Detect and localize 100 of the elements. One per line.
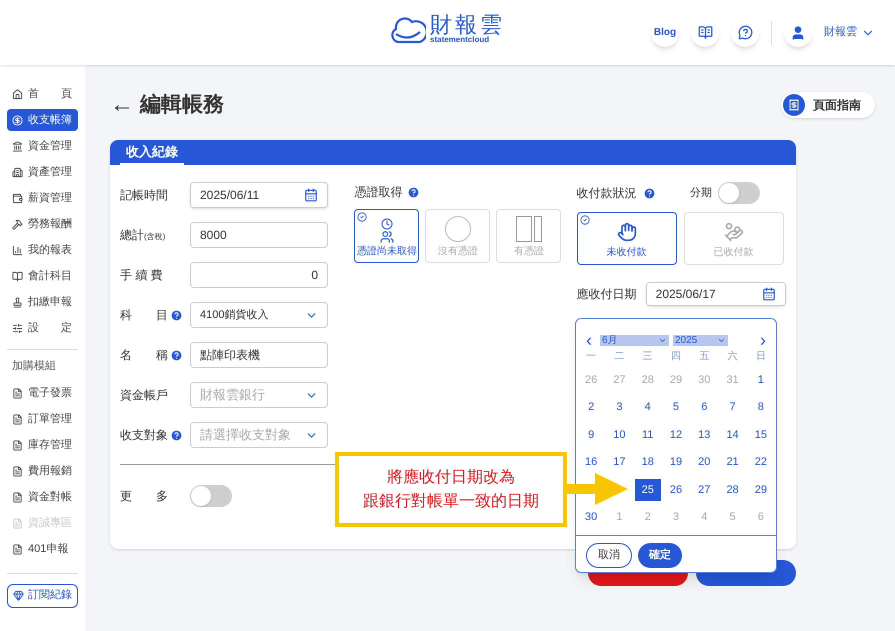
- calendar-day[interactable]: 13: [691, 424, 718, 446]
- sidebar-item[interactable]: 資金對帳: [7, 486, 78, 508]
- callout-text: 跟銀行對帳單一致的日期: [363, 492, 539, 512]
- help-icon[interactable]: [170, 428, 183, 442]
- weekday-label: 三: [642, 350, 654, 364]
- menu-item-icon: [12, 192, 23, 204]
- voucher-option[interactable]: 憑證尚未取得: [354, 209, 420, 263]
- calendar-day[interactable]: 8: [748, 396, 774, 418]
- select-field[interactable]: 4100銷貨收入: [190, 302, 328, 328]
- menu-item-icon: [12, 296, 23, 308]
- sidebar-item[interactable]: 收支帳簿: [7, 109, 78, 131]
- field-label: 收付款狀況: [576, 185, 637, 202]
- input-field[interactable]: 點陣印表機: [190, 342, 328, 368]
- document-icon: [12, 388, 23, 399]
- toggle-switch[interactable]: [190, 485, 232, 507]
- sidebar-item[interactable]: 我的報表: [7, 239, 78, 261]
- input-field[interactable]: 0: [190, 262, 328, 288]
- calendar-day[interactable]: 9: [578, 424, 604, 446]
- avatar-button[interactable]: [784, 18, 812, 46]
- help-icon[interactable]: [170, 348, 183, 362]
- document-icon: [12, 414, 23, 425]
- calendar-icon: [762, 287, 776, 301]
- calendar-day[interactable]: 12: [662, 424, 689, 446]
- sidebar-item[interactable]: 首 頁: [7, 83, 78, 105]
- menu-item-icon: [12, 88, 23, 100]
- calendar-day[interactable]: 17: [606, 451, 632, 474]
- payment-option[interactable]: 未收付款: [576, 212, 677, 265]
- sidebar-item[interactable]: 資產管理: [7, 161, 78, 183]
- calendar-day[interactable]: 6: [691, 396, 718, 418]
- calendar-day[interactable]: 15: [748, 424, 774, 446]
- sidebar-item[interactable]: 設 定: [7, 317, 78, 339]
- check-icon: [580, 215, 590, 225]
- field-label: 科 目: [120, 307, 168, 324]
- calendar-day[interactable]: 20: [691, 451, 718, 474]
- field-label: 資金帳戶: [120, 387, 168, 404]
- sidebar-item[interactable]: 扣繳申報: [7, 291, 78, 313]
- sidebar-item[interactable]: 訂單管理: [7, 408, 78, 430]
- sidebar-item[interactable]: 電子發票: [7, 382, 78, 404]
- input-field[interactable]: 2025/06/11: [190, 182, 328, 208]
- toggle-label: 分期: [690, 186, 712, 201]
- field-label: 更 多: [120, 488, 169, 505]
- question-chat-icon: [738, 25, 752, 40]
- calendar-day[interactable]: 19: [662, 451, 689, 474]
- sidebar-item[interactable]: 勞務報酬: [7, 213, 78, 235]
- help-icon[interactable]: [170, 308, 183, 322]
- calendar-day[interactable]: 14: [720, 424, 746, 446]
- calendar-day[interactable]: 5: [662, 396, 689, 418]
- calendar-day[interactable]: 10: [606, 424, 632, 446]
- calendar-day[interactable]: 1: [748, 368, 774, 391]
- calendar-day[interactable]: 26: [662, 478, 689, 501]
- weekday-label: 四: [670, 350, 682, 364]
- calendar-day[interactable]: 29: [748, 478, 774, 501]
- calendar-day[interactable]: 3: [606, 396, 632, 418]
- calendar-day[interactable]: 30: [578, 506, 604, 528]
- sidebar-item[interactable]: 資金管理: [7, 135, 78, 157]
- sidebar-item[interactable]: 會計科目: [7, 265, 78, 287]
- sidebar-item[interactable]: 401申報: [7, 538, 78, 560]
- next-month-button[interactable]: ›: [756, 331, 770, 349]
- book-button[interactable]: [691, 18, 719, 46]
- weekday-label: 六: [726, 350, 739, 364]
- prev-month-button[interactable]: ‹: [582, 331, 596, 349]
- subscription-button[interactable]: 訂閱紀錄: [7, 584, 78, 608]
- calendar-day[interactable]: 22: [748, 451, 774, 474]
- calendar-day[interactable]: 7: [720, 396, 746, 418]
- field-label: 憑證取得: [354, 184, 402, 201]
- hand-coins-icon: [724, 222, 744, 242]
- calendar-day[interactable]: 18: [634, 451, 661, 474]
- calendar-day[interactable]: 28: [720, 478, 746, 501]
- calendar-day[interactable]: 21: [720, 451, 746, 474]
- calendar-day[interactable]: 4: [634, 396, 661, 418]
- sidebar-item[interactable]: 薪資管理: [7, 187, 78, 209]
- field-label: 名 稱: [120, 347, 168, 364]
- calendar-day[interactable]: 2: [578, 396, 604, 418]
- help-icon[interactable]: [642, 186, 656, 200]
- sidebar-item[interactable]: 庫存管理: [7, 434, 78, 456]
- calendar-icon: [304, 188, 318, 202]
- calendar-day[interactable]: 11: [634, 424, 661, 446]
- calendar-day[interactable]: 16: [578, 451, 604, 474]
- toggle-switch[interactable]: [718, 182, 760, 204]
- receipt-icon: [788, 99, 800, 111]
- cancel-button[interactable]: 取消: [586, 543, 632, 568]
- month-select[interactable]: 6月: [600, 334, 669, 346]
- help-chat-button[interactable]: [731, 18, 759, 46]
- user-menu[interactable]: 財報雲: [824, 24, 875, 41]
- calendar-day[interactable]: 27: [691, 478, 718, 501]
- confirm-button[interactable]: 確定: [638, 543, 682, 568]
- field-label: 收支對象: [120, 427, 168, 444]
- logo-text: 財報雲: [430, 14, 505, 36]
- calendar-day[interactable]: 25: [634, 478, 661, 501]
- back-button[interactable]: ←: [110, 93, 134, 117]
- input-field[interactable]: 8000: [190, 222, 328, 248]
- year-select[interactable]: 2025: [673, 334, 728, 346]
- weekday-label: 二: [613, 350, 626, 364]
- record-tab[interactable]: 收入紀錄: [120, 142, 184, 165]
- blog-button[interactable]: Blog: [651, 18, 679, 46]
- guide-button[interactable]: 頁面指南: [781, 92, 875, 118]
- menu-item-icon: [12, 218, 23, 230]
- help-icon[interactable]: [407, 186, 420, 198]
- sidebar-item[interactable]: 費用報銷: [7, 460, 78, 482]
- date-field[interactable]: 2025/06/17: [646, 282, 786, 306]
